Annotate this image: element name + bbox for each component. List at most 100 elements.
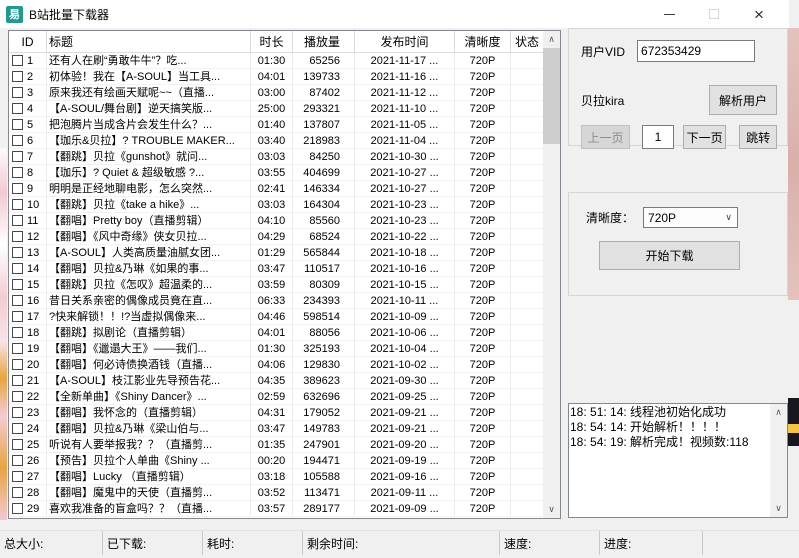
table-row[interactable]: 15 【翻跳】贝拉《怎叹》超温柔的... 03:59 80309 2021-10…: [9, 277, 543, 293]
download-panel: 清晰度： 720P ∨ 开始下载: [568, 192, 788, 296]
cell-date: 2021-09-19 ...: [355, 453, 455, 468]
table-row[interactable]: 28 【翻唱】魔鬼中的天使（直播剪... 03:52 113471 2021-0…: [9, 485, 543, 501]
table-row[interactable]: 23 【翻唱】我怀念的（直播剪辑） 04:31 179052 2021-09-2…: [9, 405, 543, 421]
table-row[interactable]: 18 【翻跳】拟剧论（直播剪辑） 04:01 88056 2021-10-06 …: [9, 325, 543, 341]
row-checkbox[interactable]: [12, 119, 23, 130]
table-row[interactable]: 13 【A-SOUL】人类高质量油腻女团... 01:29 565844 202…: [9, 245, 543, 261]
header-status[interactable]: 状态: [511, 31, 543, 52]
page-number-input[interactable]: [642, 125, 674, 149]
table-row[interactable]: 21 【A-SOUL】枝江影业先导预告花... 04:35 389623 202…: [9, 373, 543, 389]
row-checkbox[interactable]: [12, 439, 23, 450]
table-row[interactable]: 25 听说有人要举报我？？（直播剪... 01:35 247901 2021-0…: [9, 437, 543, 453]
header-date[interactable]: 发布时间: [355, 31, 455, 52]
cell-date: 2021-10-15 ...: [355, 277, 455, 292]
row-checkbox[interactable]: [12, 247, 23, 258]
header-title[interactable]: 标题: [47, 31, 251, 52]
table-row[interactable]: 8 【珈乐】? Quiet & 超级敏感 ?... 03:55 404699 2…: [9, 165, 543, 181]
row-checkbox[interactable]: [12, 215, 23, 226]
cell-quality: 720P: [455, 357, 511, 372]
row-checkbox[interactable]: [12, 391, 23, 402]
table-row[interactable]: 16 昔日关系亲密的偶像成员竟在直... 06:33 234393 2021-1…: [9, 293, 543, 309]
row-checkbox[interactable]: [12, 487, 23, 498]
cell-id: 4: [9, 101, 47, 116]
log-lines: 18: 51: 14: 线程池初始化成功 18: 54: 14: 开始解析！！！…: [570, 405, 769, 516]
table-row[interactable]: 24 【翻唱】贝拉&乃琳《梁山伯与... 03:47 149783 2021-0…: [9, 421, 543, 437]
start-download-button[interactable]: 开始下载: [599, 241, 740, 270]
table-row[interactable]: 11 【翻唱】Pretty boy（直播剪辑） 04:10 85560 2021…: [9, 213, 543, 229]
scrollbar-thumb[interactable]: [543, 48, 560, 144]
table-row[interactable]: 4 【A-SOUL/舞台剧】逆天搞笑版... 25:00 293321 2021…: [9, 101, 543, 117]
row-checkbox[interactable]: [12, 311, 23, 322]
jump-page-button[interactable]: 跳转: [739, 125, 777, 149]
table-row[interactable]: 12 【翻唱】《风中奇缘》侠女贝拉... 04:29 68524 2021-10…: [9, 229, 543, 245]
row-checkbox[interactable]: [12, 71, 23, 82]
table-row[interactable]: 20 【翻唱】何必诗债换酒钱（直播... 04:06 129830 2021-1…: [9, 357, 543, 373]
maximize-button[interactable]: [699, 0, 729, 28]
cell-title: 初体验！我在【A-SOUL】当工具...: [47, 69, 251, 84]
header-quality[interactable]: 清晰度: [455, 31, 511, 52]
table-row[interactable]: 29 喜欢我准备的盲盒吗？？（直播... 03:57 289177 2021-0…: [9, 501, 543, 517]
table-row[interactable]: 26 【预告】贝拉个人单曲《Shiny ... 00:20 194471 202…: [9, 453, 543, 469]
row-checkbox[interactable]: [12, 231, 23, 242]
header-views[interactable]: 播放量: [293, 31, 355, 52]
row-checkbox[interactable]: [12, 471, 23, 482]
cell-date: 2021-10-09 ...: [355, 309, 455, 324]
row-checkbox[interactable]: [12, 263, 23, 274]
row-id: 6: [27, 133, 33, 148]
log-output[interactable]: 18: 51: 14: 线程池初始化成功 18: 54: 14: 开始解析！！！…: [568, 403, 788, 518]
table-row[interactable]: 1 还有人在刷“勇敢牛牛”？吃... 01:30 65256 2021-11-1…: [9, 53, 543, 69]
row-checkbox[interactable]: [12, 183, 23, 194]
next-page-button[interactable]: 下一页: [683, 125, 726, 149]
uid-input[interactable]: [637, 40, 755, 62]
table-row[interactable]: 7 【翻跳】贝拉《gunshot》就问... 03:03 84250 2021-…: [9, 149, 543, 165]
row-checkbox[interactable]: [12, 167, 23, 178]
row-checkbox[interactable]: [12, 327, 23, 338]
status-downloaded: 已下载:: [103, 531, 203, 555]
row-checkbox[interactable]: [12, 407, 23, 418]
table-row[interactable]: 6 【珈乐&贝拉】? TROUBLE MAKER... 03:40 218983…: [9, 133, 543, 149]
row-checkbox[interactable]: [12, 279, 23, 290]
header-duration[interactable]: 时长: [251, 31, 293, 52]
cell-title: 【翻唱】贝拉&乃琳《梁山伯与...: [47, 421, 251, 436]
row-checkbox[interactable]: [12, 375, 23, 386]
row-checkbox[interactable]: [12, 55, 23, 66]
log-scrollbar[interactable]: ∧ ∨: [770, 404, 787, 517]
scroll-up-icon[interactable]: ∧: [543, 32, 560, 47]
table-row[interactable]: 10 【翻跳】贝拉《take a hike》... 03:03 164304 2…: [9, 197, 543, 213]
cell-status: [511, 277, 543, 292]
table-scrollbar[interactable]: ∧ ∨: [543, 31, 560, 518]
row-checkbox[interactable]: [12, 135, 23, 146]
row-id: 20: [27, 357, 39, 372]
cell-duration: 04:01: [251, 69, 293, 84]
table-row[interactable]: 17 ?快来解锁！！!?当虚拟偶像来... 04:46 598514 2021-…: [9, 309, 543, 325]
row-checkbox[interactable]: [12, 103, 23, 114]
table-row[interactable]: 19 【翻唱】《邋遢大王》——我们... 01:30 325193 2021-1…: [9, 341, 543, 357]
table-row[interactable]: 5 把泡腾片当成含片会发生什么？... 01:40 137807 2021-11…: [9, 117, 543, 133]
row-checkbox[interactable]: [12, 343, 23, 354]
close-button[interactable]: ×: [744, 0, 774, 28]
cell-status: [511, 85, 543, 100]
row-checkbox[interactable]: [12, 359, 23, 370]
row-checkbox[interactable]: [12, 199, 23, 210]
scroll-down-icon[interactable]: ∨: [543, 502, 560, 517]
table-row[interactable]: 9 明明是正经地聊电影，怎么突然... 02:41 146334 2021-10…: [9, 181, 543, 197]
header-id[interactable]: ID: [9, 31, 47, 52]
quality-select[interactable]: 720P ∨: [643, 207, 738, 228]
row-checkbox[interactable]: [12, 295, 23, 306]
parse-user-button[interactable]: 解析用户: [709, 85, 777, 115]
row-checkbox[interactable]: [12, 423, 23, 434]
table-row[interactable]: 22 【全新单曲】《Shiny Dancer》... 02:59 632696 …: [9, 389, 543, 405]
table-row[interactable]: 3 原来我还有绘画天赋呢~~（直播... 03:00 87402 2021-11…: [9, 85, 543, 101]
row-checkbox[interactable]: [12, 503, 23, 514]
table-row[interactable]: 27 【翻唱】Lucky （直播剪辑） 03:18 105588 2021-09…: [9, 469, 543, 485]
minimize-button[interactable]: [654, 0, 684, 28]
row-checkbox[interactable]: [12, 151, 23, 162]
table-row[interactable]: 14 【翻唱】贝拉&乃琳《如果的事... 03:47 110517 2021-1…: [9, 261, 543, 277]
row-checkbox[interactable]: [12, 87, 23, 98]
cell-title: 【翻唱】Pretty boy（直播剪辑）: [47, 213, 251, 228]
cell-quality: 720P: [455, 229, 511, 244]
scroll-down-icon[interactable]: ∨: [770, 501, 787, 516]
scroll-up-icon[interactable]: ∧: [770, 405, 787, 420]
row-checkbox[interactable]: [12, 455, 23, 466]
table-row[interactable]: 2 初体验！我在【A-SOUL】当工具... 04:01 139733 2021…: [9, 69, 543, 85]
